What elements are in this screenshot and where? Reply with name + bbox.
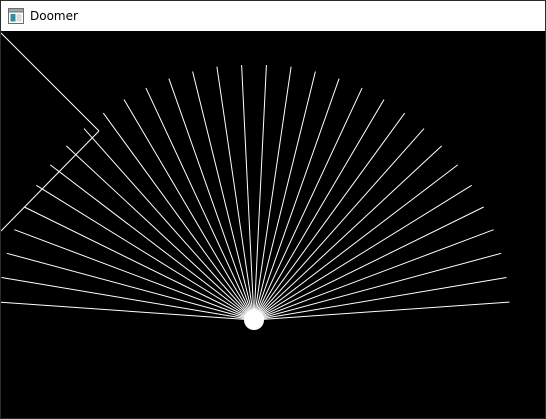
ray-line bbox=[253, 112, 406, 321]
ray-line bbox=[253, 164, 459, 321]
ray-line bbox=[241, 64, 255, 321]
ray-line bbox=[6, 252, 255, 321]
window-title: Doomer bbox=[30, 9, 78, 23]
ray-line bbox=[253, 184, 472, 321]
app-window: Doomer bbox=[0, 0, 546, 419]
ray-line bbox=[1, 277, 255, 321]
render-canvas[interactable] bbox=[1, 31, 545, 418]
ray-line bbox=[253, 206, 484, 321]
ray-line bbox=[253, 99, 385, 321]
ray-line bbox=[123, 99, 255, 321]
ray-line bbox=[65, 145, 255, 321]
ray-line bbox=[253, 301, 510, 321]
wall-line bbox=[1, 32, 100, 132]
ray-line bbox=[49, 164, 255, 321]
raycast-scene bbox=[1, 32, 510, 330]
ray-line bbox=[253, 78, 340, 321]
ray-line bbox=[102, 112, 255, 321]
player-marker bbox=[244, 310, 264, 330]
ray-line bbox=[253, 145, 443, 321]
ray-line bbox=[253, 64, 267, 321]
ray-line bbox=[253, 277, 507, 321]
ray-line bbox=[253, 128, 425, 321]
ray-line bbox=[36, 184, 255, 321]
ray-line bbox=[83, 128, 255, 321]
app-window-icon bbox=[8, 8, 24, 24]
wall-line bbox=[1, 130, 100, 232]
ray-fan bbox=[1, 64, 510, 321]
ray-line bbox=[168, 78, 255, 321]
ray-line bbox=[24, 206, 255, 321]
title-bar[interactable]: Doomer bbox=[1, 1, 545, 31]
ray-line bbox=[253, 252, 502, 321]
ray-line bbox=[1, 301, 255, 321]
